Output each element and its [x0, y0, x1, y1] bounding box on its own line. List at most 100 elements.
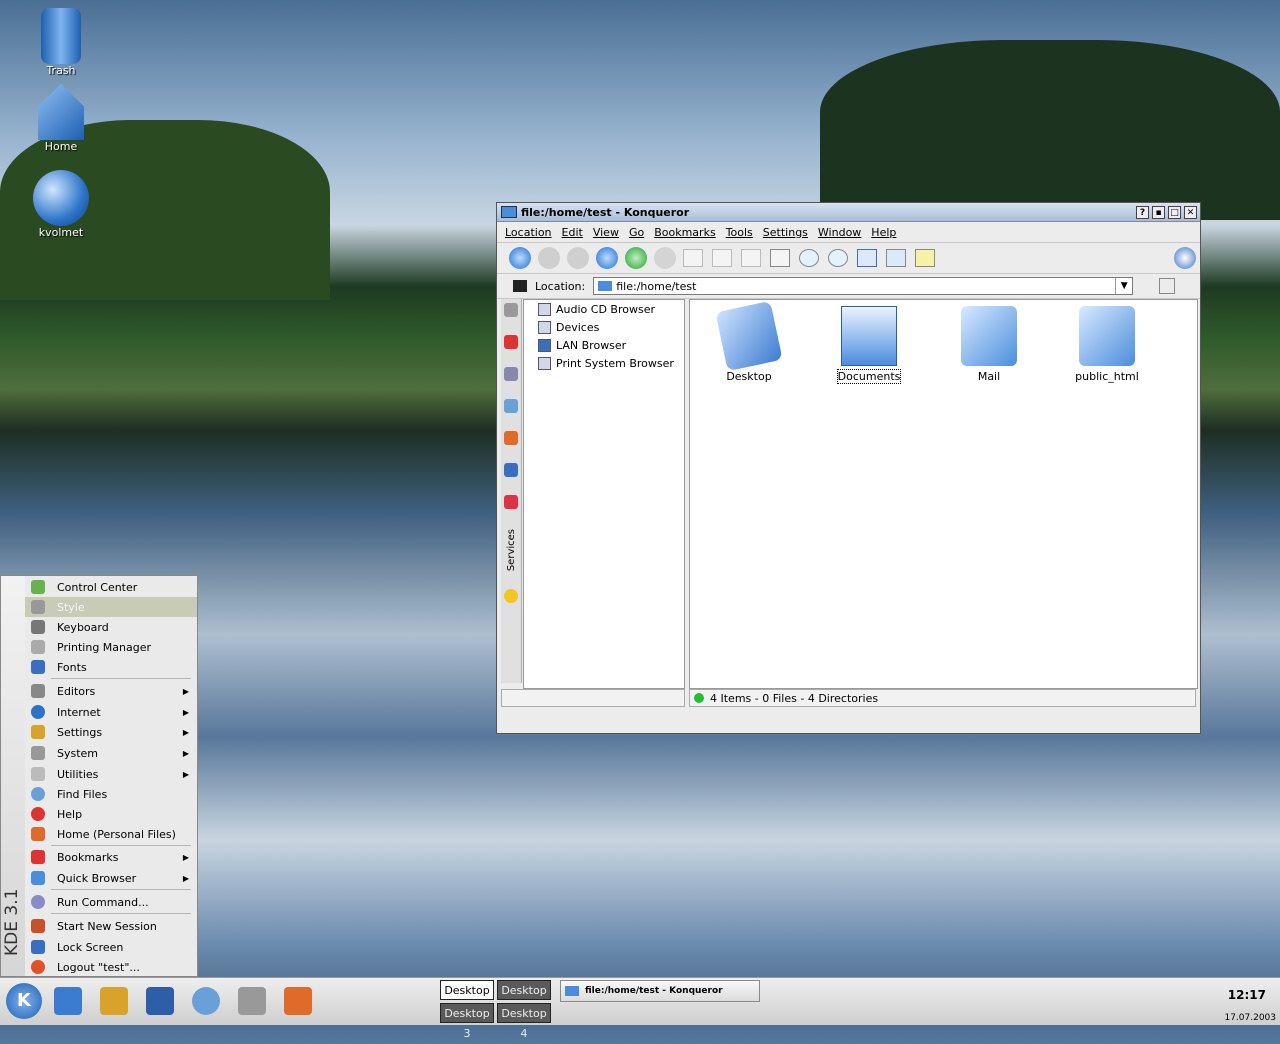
- forward-icon[interactable]: [567, 247, 589, 269]
- title-bar[interactable]: file:/home/test - Konqueror ? ▪ □ ✕: [497, 203, 1200, 222]
- go-icon[interactable]: [1159, 278, 1176, 294]
- file-item[interactable]: public_html: [1062, 306, 1152, 383]
- zoom-out-icon[interactable]: [828, 249, 848, 267]
- paste-icon[interactable]: [741, 249, 761, 267]
- menu-item-logout[interactable]: Logout "test"...: [25, 957, 197, 977]
- menu-item-start-new-session[interactable]: Start New Session: [25, 916, 197, 936]
- clear-location-icon[interactable]: [513, 280, 527, 292]
- chevron-down-icon[interactable]: ▼: [1115, 278, 1132, 294]
- desktop-icon-home[interactable]: Home: [26, 84, 96, 153]
- printer-icon: [538, 356, 551, 370]
- menu-bookmarks[interactable]: Bookmarks: [654, 226, 715, 239]
- star-icon[interactable]: [504, 589, 518, 604]
- konqueror-launcher-icon[interactable]: [192, 987, 220, 1015]
- konqueror-window[interactable]: file:/home/test - Konqueror ? ▪ □ ✕ Loca…: [496, 202, 1201, 734]
- menu-item-label: Style: [57, 600, 85, 614]
- menu-item-label: Help: [57, 807, 83, 821]
- preview-icon[interactable]: [915, 249, 935, 267]
- location-input[interactable]: file:/home/test ▼: [593, 277, 1134, 295]
- back-icon[interactable]: [538, 247, 560, 269]
- tree-view[interactable]: Audio CD Browser Devices LAN Browser Pri…: [523, 299, 685, 689]
- pager-desktop-2[interactable]: Desktop 2: [497, 980, 551, 1017]
- desktop-launcher-icon[interactable]: [54, 987, 82, 1015]
- menu-item-style[interactable]: Style: [25, 597, 197, 617]
- tree-item[interactable]: LAN Browser: [524, 336, 684, 354]
- home-icon[interactable]: [596, 247, 618, 269]
- pager-desktop-3[interactable]: Desktop 3: [440, 1003, 494, 1040]
- menu-item-label: Keyboard: [57, 620, 109, 634]
- menu-item-home[interactable]: Home (Personal Files): [25, 824, 197, 844]
- menu-view[interactable]: View: [593, 226, 619, 239]
- network-devices-icon[interactable]: [504, 463, 518, 477]
- config-icon[interactable]: [504, 303, 518, 317]
- folder-icon: [565, 986, 579, 996]
- menu-item-internet[interactable]: Internet ▶: [25, 702, 197, 722]
- menu-item-help[interactable]: Help: [25, 804, 197, 824]
- menu-window[interactable]: Window: [818, 226, 861, 239]
- menu-item-settings[interactable]: Settings ▶: [25, 722, 197, 742]
- menu-item-label: System: [57, 746, 99, 760]
- menu-item-keyboard[interactable]: Keyboard: [25, 617, 197, 637]
- menu-location[interactable]: Location: [505, 226, 552, 239]
- up-icon[interactable]: [509, 247, 531, 269]
- pager-desktop-1[interactable]: Desktop 1: [440, 980, 494, 1017]
- tree-item-label: Devices: [556, 320, 600, 334]
- menu-item-system[interactable]: System ▶: [25, 743, 197, 763]
- close-button[interactable]: ✕: [1184, 205, 1197, 219]
- menu-item-find-files[interactable]: Find Files: [25, 784, 197, 804]
- reload-icon[interactable]: [625, 247, 647, 269]
- network-icon[interactable]: [504, 367, 518, 381]
- menu-item-editors[interactable]: Editors ▶: [25, 681, 197, 701]
- menu-item-fonts[interactable]: Fonts: [25, 657, 197, 677]
- file-item[interactable]: Mail: [944, 306, 1034, 383]
- menu-tools[interactable]: Tools: [726, 226, 753, 239]
- taskbar-task-konqueror[interactable]: file:/home/test - Konqueror: [560, 980, 760, 1002]
- menu-item-run-command[interactable]: Run Command...: [25, 892, 197, 912]
- menu-edit[interactable]: Edit: [562, 226, 583, 239]
- tree-item[interactable]: Audio CD Browser: [524, 300, 684, 318]
- pager-desktop-4[interactable]: Desktop 4: [497, 1003, 551, 1040]
- menu-item-lock-screen[interactable]: Lock Screen: [25, 937, 197, 957]
- stop-icon[interactable]: [654, 247, 676, 269]
- zoom-in-icon[interactable]: [799, 249, 819, 267]
- menu-item-utilities[interactable]: Utilities ▶: [25, 764, 197, 784]
- terminal-launcher-icon[interactable]: [146, 987, 174, 1015]
- tree-item[interactable]: Devices: [524, 318, 684, 336]
- bookmarks-icon[interactable]: [504, 335, 518, 349]
- history-icon[interactable]: [504, 399, 518, 413]
- file-item[interactable]: Documents: [824, 306, 914, 384]
- media-icon[interactable]: [504, 495, 518, 509]
- tree-item[interactable]: Print System Browser: [524, 354, 684, 372]
- tree-item-label: LAN Browser: [556, 338, 627, 352]
- copy-icon[interactable]: [712, 249, 732, 267]
- icon-view-icon[interactable]: [857, 249, 877, 267]
- editor-launcher-icon[interactable]: [238, 987, 266, 1015]
- desktop-icon-kvolmet[interactable]: kvolmet: [26, 170, 96, 239]
- clock[interactable]: 12:17: [1228, 988, 1266, 1002]
- submenu-arrow-icon: ▶: [182, 686, 189, 696]
- menu-item-quick-browser[interactable]: Quick Browser ▶: [25, 868, 197, 888]
- menu-separator: [51, 913, 191, 914]
- cut-icon[interactable]: [683, 249, 703, 267]
- k-menu[interactable]: KDE 3.1 Control Center Style Keyboard Pr…: [0, 575, 198, 977]
- home-icon[interactable]: [504, 431, 518, 445]
- menu-item-printing-manager[interactable]: Printing Manager: [25, 637, 197, 657]
- home-launcher-icon[interactable]: [284, 987, 312, 1015]
- sidebar-tab-services[interactable]: Services: [506, 529, 517, 571]
- k-menu-button[interactable]: K: [6, 983, 42, 1019]
- list-view-icon[interactable]: [886, 249, 906, 267]
- file-view[interactable]: Desktop Documents Mail public_html: [689, 299, 1198, 689]
- style-icon: [31, 600, 45, 614]
- control-center-launcher-icon[interactable]: [100, 987, 128, 1015]
- print-icon[interactable]: [770, 249, 790, 267]
- menu-help[interactable]: Help: [871, 226, 896, 239]
- desktop-icon-trash[interactable]: Trash: [26, 8, 96, 77]
- menu-item-control-center[interactable]: Control Center: [25, 577, 197, 597]
- maximize-button[interactable]: □: [1168, 205, 1181, 219]
- menu-item-bookmarks[interactable]: Bookmarks ▶: [25, 847, 197, 867]
- menu-settings[interactable]: Settings: [763, 226, 808, 239]
- menu-go[interactable]: Go: [629, 226, 644, 239]
- minimize-button[interactable]: ▪: [1152, 205, 1165, 219]
- file-item[interactable]: Desktop: [704, 300, 794, 383]
- help-button[interactable]: ?: [1136, 205, 1149, 219]
